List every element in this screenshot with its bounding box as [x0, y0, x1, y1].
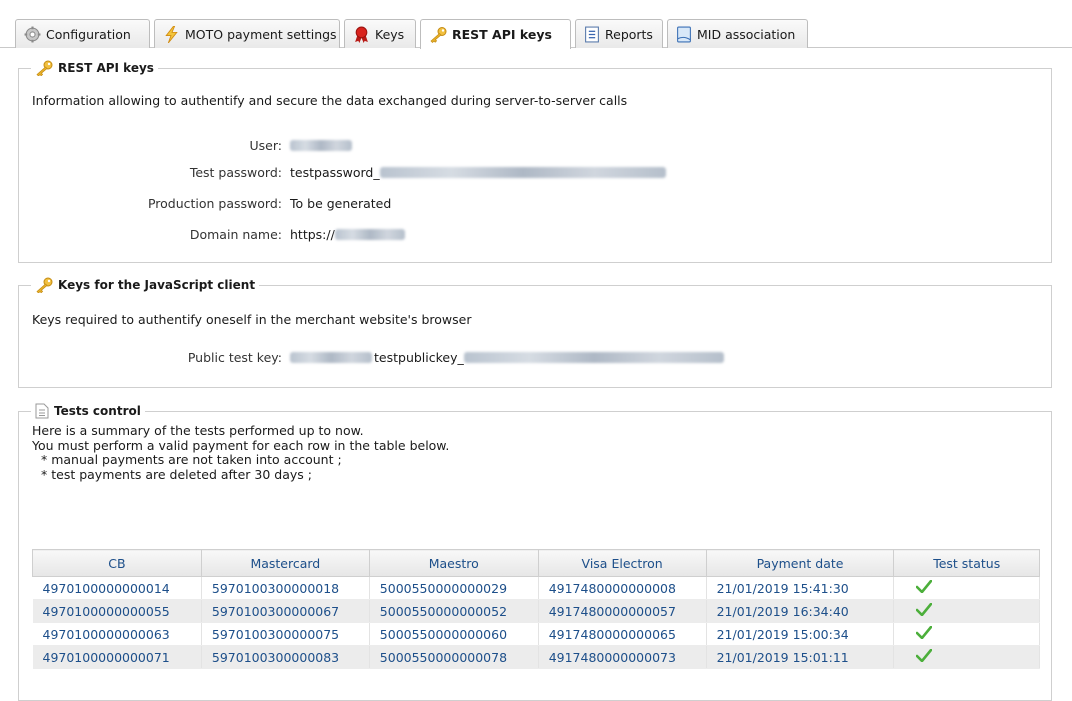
tests-bullet: * test payments are deleted after 30 day…	[41, 466, 312, 482]
section-title: Keys for the JavaScript client	[58, 278, 256, 292]
column-header-visa-electron[interactable]: Visa Electron	[537, 549, 707, 577]
column-header-cb[interactable]: CB	[32, 549, 202, 577]
mastercard-card-number: 5970100300000018	[201, 576, 370, 600]
mastercard-card-number: 5970100300000083	[201, 645, 370, 669]
javascript-client-keys-section: Keys for the JavaScript client Keys requ…	[18, 277, 1052, 388]
key-icon	[430, 27, 447, 43]
test-password-label: Test password:	[189, 164, 282, 180]
tests-table: CB Mastercard Maestro Visa Electron Paym…	[32, 549, 1040, 669]
tests-bullet: * manual payments are not taken into acc…	[41, 452, 342, 467]
section-title: REST API keys	[58, 61, 154, 75]
tab-moto-payment-settings[interactable]: MOTO payment settings	[154, 19, 340, 48]
document-icon	[677, 26, 691, 42]
domain-name-value: https://	[290, 226, 335, 242]
mastercard-card-number: 5970100300000075	[201, 622, 370, 646]
checkmark-icon	[916, 648, 933, 663]
cb-card-number: 4970100000000071	[32, 645, 202, 669]
public-test-key-value: testpublickey_	[374, 349, 464, 365]
tests-intro-line: Here is a summary of the tests performed…	[32, 423, 364, 438]
public-test-key-label: Public test key:	[187, 349, 282, 365]
payment-date: 21/01/2019 16:34:40	[706, 599, 895, 623]
maestro-card-number: 5000550000000052	[369, 599, 539, 623]
column-header-maestro[interactable]: Maestro	[368, 549, 539, 577]
column-header-payment-date[interactable]: Payment date	[705, 549, 895, 577]
production-password-value: To be generated	[290, 195, 392, 211]
cb-card-number: 4970100000000014	[32, 576, 202, 600]
payment-date: 21/01/2019 15:01:11	[706, 645, 895, 669]
test-status	[893, 645, 1040, 669]
test-password-row: Test password: testpassword_	[19, 163, 666, 181]
key-badge-icon	[355, 26, 368, 43]
section-description: Information allowing to authentify and s…	[32, 93, 628, 108]
table-header-row: CB Mastercard Maestro Visa Electron Paym…	[32, 549, 1040, 577]
tab-label: Configuration	[46, 26, 131, 42]
production-password-row: Production password: To be generated	[19, 194, 391, 212]
user-value-redacted	[290, 139, 352, 151]
visa-electron-card-number: 4917480000000008	[538, 576, 707, 600]
report-icon	[585, 26, 599, 42]
domain-name-row: Domain name: https://	[19, 225, 405, 243]
tab-reports[interactable]: Reports	[575, 19, 663, 48]
checkmark-icon	[916, 579, 933, 594]
visa-electron-card-number: 4917480000000073	[538, 645, 707, 669]
column-header-mastercard[interactable]: Mastercard	[200, 549, 370, 577]
tab-rest-api-keys[interactable]: REST API keys	[420, 19, 571, 49]
checkmark-icon	[916, 625, 933, 640]
public-test-key-redacted	[463, 351, 724, 363]
cb-card-number: 4970100000000063	[32, 622, 202, 646]
user-label: User:	[249, 137, 282, 153]
public-test-key-prefix-redacted	[290, 351, 372, 363]
document-icon	[35, 403, 49, 419]
tab-label: MOTO payment settings	[185, 26, 337, 42]
test-password-value: testpassword_	[290, 164, 380, 180]
tab-label: REST API keys	[452, 27, 552, 42]
tab-bar: Configuration MOTO payment settings Keys…	[0, 18, 1072, 49]
payment-date: 21/01/2019 15:00:34	[706, 622, 895, 646]
public-test-key-row: Public test key: testpublickey_	[19, 348, 724, 366]
tests-control-section: Tests control Here is a summary of the t…	[18, 403, 1052, 701]
maestro-card-number: 5000550000000060	[369, 622, 539, 646]
lightning-icon	[165, 25, 178, 43]
tests-intro-line: You must perform a valid payment for eac…	[32, 437, 450, 453]
key-icon	[36, 60, 53, 76]
checkmark-icon	[916, 602, 933, 617]
section-legend: REST API keys	[31, 60, 158, 76]
section-legend: Tests control	[31, 403, 145, 419]
maestro-card-number: 5000550000000029	[369, 576, 539, 600]
tab-label: Reports	[605, 26, 653, 42]
column-header-test-status[interactable]: Test status	[893, 549, 1040, 577]
tab-mid-association[interactable]: MID association	[667, 19, 808, 48]
table-row: 4970100000000014 5970100300000018 500055…	[32, 576, 1040, 600]
user-row: User:	[19, 136, 352, 154]
gear-icon	[24, 26, 41, 42]
visa-electron-card-number: 4917480000000057	[538, 599, 707, 623]
test-status	[893, 576, 1040, 600]
tests-instructions: Here is a summary of the tests performed…	[32, 423, 450, 482]
visa-electron-card-number: 4917480000000065	[538, 622, 707, 646]
payment-date: 21/01/2019 15:41:30	[706, 576, 895, 600]
domain-name-redacted	[334, 228, 405, 240]
tab-configuration[interactable]: Configuration	[15, 19, 150, 48]
table-row: 4970100000000071 5970100300000083 500055…	[32, 645, 1040, 669]
production-password-label: Production password:	[147, 195, 282, 211]
tab-label: Keys	[375, 26, 405, 42]
tab-keys[interactable]: Keys	[344, 19, 416, 48]
rest-api-keys-section: REST API keys Information allowing to au…	[18, 60, 1052, 263]
maestro-card-number: 5000550000000078	[369, 645, 539, 669]
section-legend: Keys for the JavaScript client	[31, 277, 260, 293]
tab-label: MID association	[697, 26, 796, 42]
test-status	[893, 622, 1040, 646]
test-password-redacted	[379, 166, 666, 178]
key-icon	[36, 277, 53, 293]
mastercard-card-number: 5970100300000067	[201, 599, 370, 623]
section-description: Keys required to authentify oneself in t…	[32, 312, 472, 327]
test-status	[893, 599, 1040, 623]
section-title: Tests control	[54, 404, 141, 418]
table-row: 4970100000000055 5970100300000067 500055…	[32, 599, 1040, 623]
table-row: 4970100000000063 5970100300000075 500055…	[32, 622, 1040, 646]
cb-card-number: 4970100000000055	[32, 599, 202, 623]
domain-name-label: Domain name:	[189, 226, 282, 242]
